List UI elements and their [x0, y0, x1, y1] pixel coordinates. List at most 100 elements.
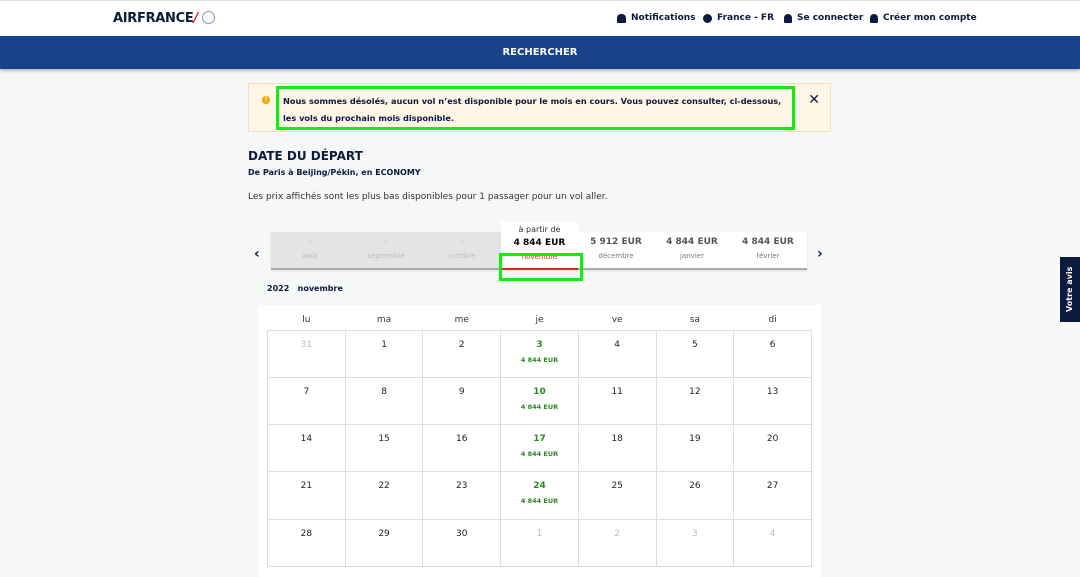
calendar-day[interactable]: 4 [577, 329, 657, 378]
weekday-header: me [454, 314, 469, 325]
airfrance-logo[interactable]: AIRFRANCE/ [113, 11, 215, 26]
day-number: 2 [458, 339, 465, 350]
login-link[interactable]: Se connecter [784, 13, 863, 23]
month-novembre[interactable]: à partir de 4 844 EUR novembre [501, 222, 578, 270]
day-price: 4 844 EUR [520, 402, 559, 411]
day-number: 14 [300, 434, 313, 445]
calendar-day[interactable]: 8 [344, 376, 424, 426]
calendar-day[interactable]: 5 [655, 329, 735, 378]
route-info: De Paris à Beijing/Pékin, en ECONOMY [248, 168, 421, 177]
calendar-day[interactable]: 14 [267, 424, 346, 473]
calendar-day[interactable]: 28 [267, 518, 346, 567]
calendar-day[interactable]: 1 [344, 329, 424, 378]
calendar-day[interactable]: 17 4 844 EUR [500, 424, 579, 473]
calendar-week: 7 8 9 10 4 844 EUR 11 12 13 [267, 376, 812, 426]
day-number: 2 [614, 528, 621, 539]
weekday-header: lu [302, 314, 311, 325]
calendar-day[interactable]: 30 [422, 518, 502, 567]
calendar-day[interactable]: 27 [733, 471, 812, 520]
weekday-header: sa [689, 314, 700, 325]
logo-slash: / [193, 11, 198, 26]
day-price: 4 844 EUR [520, 497, 559, 506]
day-number: 3 [536, 339, 543, 350]
calendar-day[interactable]: 22 [344, 471, 424, 520]
calendar-week: 14 15 16 17 4 844 EUR 18 19 20 [267, 424, 812, 473]
month-septembre: - septembre [367, 237, 405, 260]
bell-icon [617, 13, 626, 23]
calendar-day[interactable]: 11 [577, 376, 657, 426]
day-number: 30 [456, 528, 468, 539]
page-title: DATE DU DÉPART [248, 149, 363, 163]
day-number: 18 [611, 434, 623, 445]
calendar-day[interactable]: 16 [422, 424, 502, 473]
day-number: 26 [689, 481, 701, 492]
logo-text: AIRFRANCE [113, 11, 194, 26]
close-icon[interactable]: ✕ [808, 92, 820, 108]
day-number: 24 [533, 481, 546, 492]
notifications-link[interactable]: Notifications [617, 13, 696, 23]
top-bar: AIRFRANCE/ Notifications France - FR Se … [0, 0, 1080, 36]
create-account-link[interactable]: Créer mon compte [870, 13, 977, 23]
calendar-day[interactable]: 10 4 844 EUR [500, 376, 579, 426]
seal-icon [201, 11, 215, 24]
feedback-tab[interactable]: Votre avis [1060, 257, 1080, 322]
alert-message: Nous sommes désolés, aucun vol n’est dis… [283, 96, 782, 123]
month-name: novembre [521, 253, 558, 261]
warning-icon: ! [262, 96, 270, 104]
calendar-day[interactable]: 12 [655, 376, 735, 426]
month-aout: - août [302, 237, 318, 260]
day-number: 22 [378, 481, 390, 492]
day-number: 3 [692, 528, 698, 539]
calendar-day[interactable]: 25 [577, 471, 657, 520]
calendar-day[interactable]: 7 [267, 376, 346, 426]
chevron-left-icon[interactable]: ‹ [254, 246, 260, 262]
calendar-week: 28 29 30 1 2 3 4 [267, 518, 812, 567]
search-button[interactable]: RECHERCHER [0, 36, 1080, 69]
calendar-day[interactable]: 26 [655, 471, 735, 520]
calendar-day: 4 [733, 518, 812, 567]
calendar-day[interactable]: 20 [733, 424, 812, 473]
weekday-header: di [768, 314, 777, 325]
calendar-day[interactable]: 23 [422, 471, 502, 520]
calendar-day[interactable]: 24 4 844 EUR [500, 471, 579, 520]
nav-label: Notifications [631, 13, 696, 23]
calendar-week: 21 22 23 24 4 844 EUR 25 26 27 [267, 471, 812, 520]
month-decembre[interactable]: 5 912 EUR décembre [578, 232, 654, 268]
calendar-day: 3 [655, 518, 735, 567]
day-number: 16 [456, 434, 468, 445]
day-number: 7 [303, 386, 310, 397]
day-number: 20 [766, 434, 779, 445]
nav-label: France - FR [717, 13, 775, 23]
day-number: 28 [300, 528, 313, 539]
day-number: 6 [769, 339, 776, 350]
day-number: 1 [536, 528, 543, 539]
day-number: 31 [300, 339, 313, 350]
chevron-right-icon[interactable]: › [817, 246, 823, 262]
day-number: 8 [381, 386, 387, 397]
day-number: 27 [766, 481, 779, 492]
globe-icon [703, 13, 712, 23]
month-fevrier[interactable]: 4 844 EUR février [730, 232, 806, 268]
month-janvier[interactable]: 4 844 EUR janvier [654, 232, 730, 268]
calendar-day[interactable]: 29 [344, 518, 424, 567]
month-price: 4 844 EUR [513, 238, 566, 248]
calendar-day[interactable]: 15 [344, 424, 424, 473]
day-number: 15 [378, 434, 390, 445]
day-number: 5 [692, 339, 698, 350]
price-prefix: à partir de [518, 225, 561, 234]
calendar-day[interactable]: 3 4 844 EUR [500, 329, 579, 378]
day-number: 10 [533, 386, 546, 397]
day-number: 17 [533, 434, 546, 445]
calendar-day[interactable]: 9 [422, 376, 502, 426]
day-number: 4 [769, 528, 776, 539]
calendar-day[interactable]: 19 [655, 424, 735, 473]
locale-link[interactable]: France - FR [703, 13, 774, 23]
calendar-day[interactable]: 13 [733, 376, 812, 426]
calendar-day[interactable]: 2 [422, 329, 502, 378]
calendar-day[interactable]: 6 [733, 329, 812, 378]
calendar-day[interactable]: 18 [577, 424, 657, 473]
day-number: 12 [689, 386, 701, 397]
day-number: 11 [611, 386, 623, 397]
calendar-day[interactable]: 21 [267, 471, 346, 520]
month-octobre: - octobre [448, 237, 476, 260]
